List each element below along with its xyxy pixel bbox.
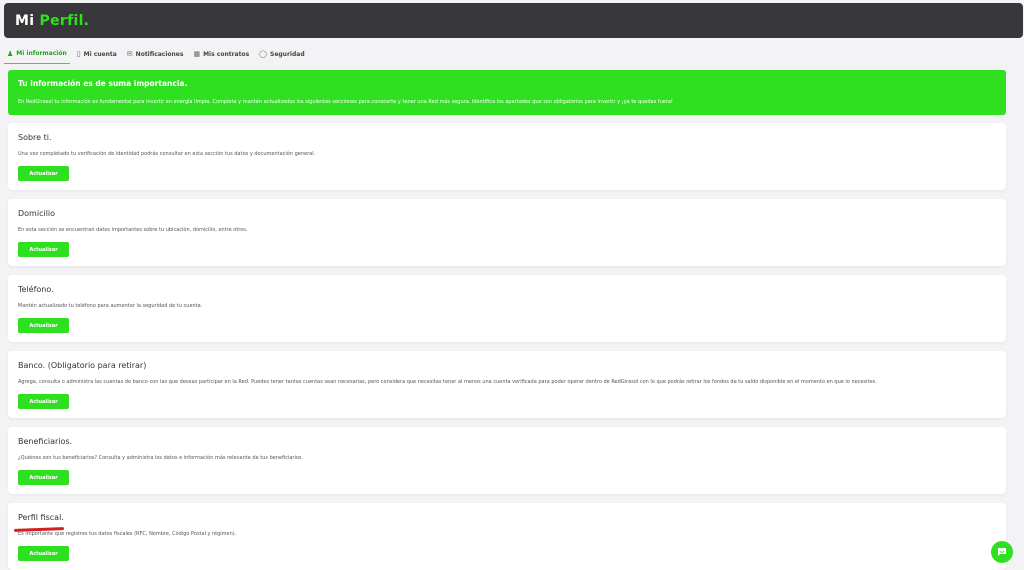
tab-label: Seguridad (270, 50, 305, 58)
card-description: Agrega, consulta o administra las cuenta… (18, 379, 877, 385)
logo-dot: . (83, 13, 90, 29)
actualizar-sobre-ti-button[interactable]: Actualizar (18, 166, 69, 181)
logo-mi: Mi (15, 13, 40, 29)
card-title: Perfil fiscal. (18, 513, 64, 522)
actualizar-perfil-fiscal-button[interactable]: Actualizar (18, 546, 69, 561)
card-title: Beneficiarios. (18, 437, 73, 446)
actualizar-banco-button[interactable]: Actualizar (18, 394, 69, 409)
actualizar-telefono-button[interactable]: Actualizar (18, 318, 69, 333)
card-domicilio: Domicilio En esta sección se encuentran … (8, 199, 1006, 266)
calendar-icon: ▦ (193, 50, 201, 58)
card-title: Teléfono. (18, 285, 54, 294)
actualizar-domicilio-button[interactable]: Actualizar (18, 242, 69, 257)
mail-icon: ✉ (126, 50, 133, 58)
card-description: Mantén actualizado tu teléfono para aume… (18, 303, 203, 309)
tab-label: Mi información (16, 50, 67, 57)
card-sobre-ti: Sobre ti. Una vez completado tu verifica… (8, 123, 1006, 190)
card-telefono: Teléfono. Mantén actualizado tu teléfono… (8, 275, 1006, 342)
tab-mis-contratos[interactable]: ▦ Mis contratos (190, 44, 252, 64)
card-beneficiarios: Beneficiarios. ¿Quiénes son tus benefici… (8, 427, 1006, 494)
card-description: En esta sección se encuentran datos impo… (18, 227, 248, 233)
profile-tabs: ♟ Mi información ▯ Mi cuenta ✉ Notificac… (4, 44, 312, 64)
banner-text: En RedGirasol tu información es fundamen… (18, 99, 673, 105)
tab-label: Mis contratos (203, 50, 250, 58)
shield-icon: ◯ (259, 50, 267, 58)
tab-mi-cuenta[interactable]: ▯ Mi cuenta (74, 44, 120, 64)
card-description: Es importante que registres tus datos fi… (18, 531, 237, 537)
bookmark-icon: ▯ (76, 50, 81, 58)
user-icon: ♟ (7, 49, 14, 58)
card-title: Sobre ti. (18, 133, 52, 142)
tab-seguridad[interactable]: ◯ Seguridad (256, 44, 307, 64)
card-title: Banco. (Obligatorio para retirar) (18, 361, 147, 370)
chat-button[interactable] (991, 541, 1013, 563)
tab-label: Mi cuenta (83, 50, 117, 58)
tab-label: Notificaciones (135, 50, 184, 58)
card-perfil-fiscal: Perfil fiscal. Es importante que registr… (8, 503, 1006, 570)
app-logo: Mi Perfil. (15, 13, 89, 29)
chat-icon (998, 548, 1006, 556)
banner-title: Tu información es de suma importancia. (18, 79, 188, 88)
actualizar-beneficiarios-button[interactable]: Actualizar (18, 470, 69, 485)
info-banner: Tu información es de suma importancia. E… (8, 70, 1006, 115)
card-description: Una vez completado tu verificación de id… (18, 151, 316, 157)
card-title: Domicilio (18, 209, 56, 218)
top-header: Mi Perfil. (4, 3, 1023, 38)
card-description: ¿Quiénes son tus beneficiarios? Consulta… (18, 455, 304, 461)
logo-perfil: Perfil (39, 13, 84, 29)
card-banco: Banco. (Obligatorio para retirar) Agrega… (8, 351, 1006, 418)
tab-mi-informacion[interactable]: ♟ Mi información (4, 44, 70, 64)
tab-notificaciones[interactable]: ✉ Notificaciones (124, 44, 187, 64)
